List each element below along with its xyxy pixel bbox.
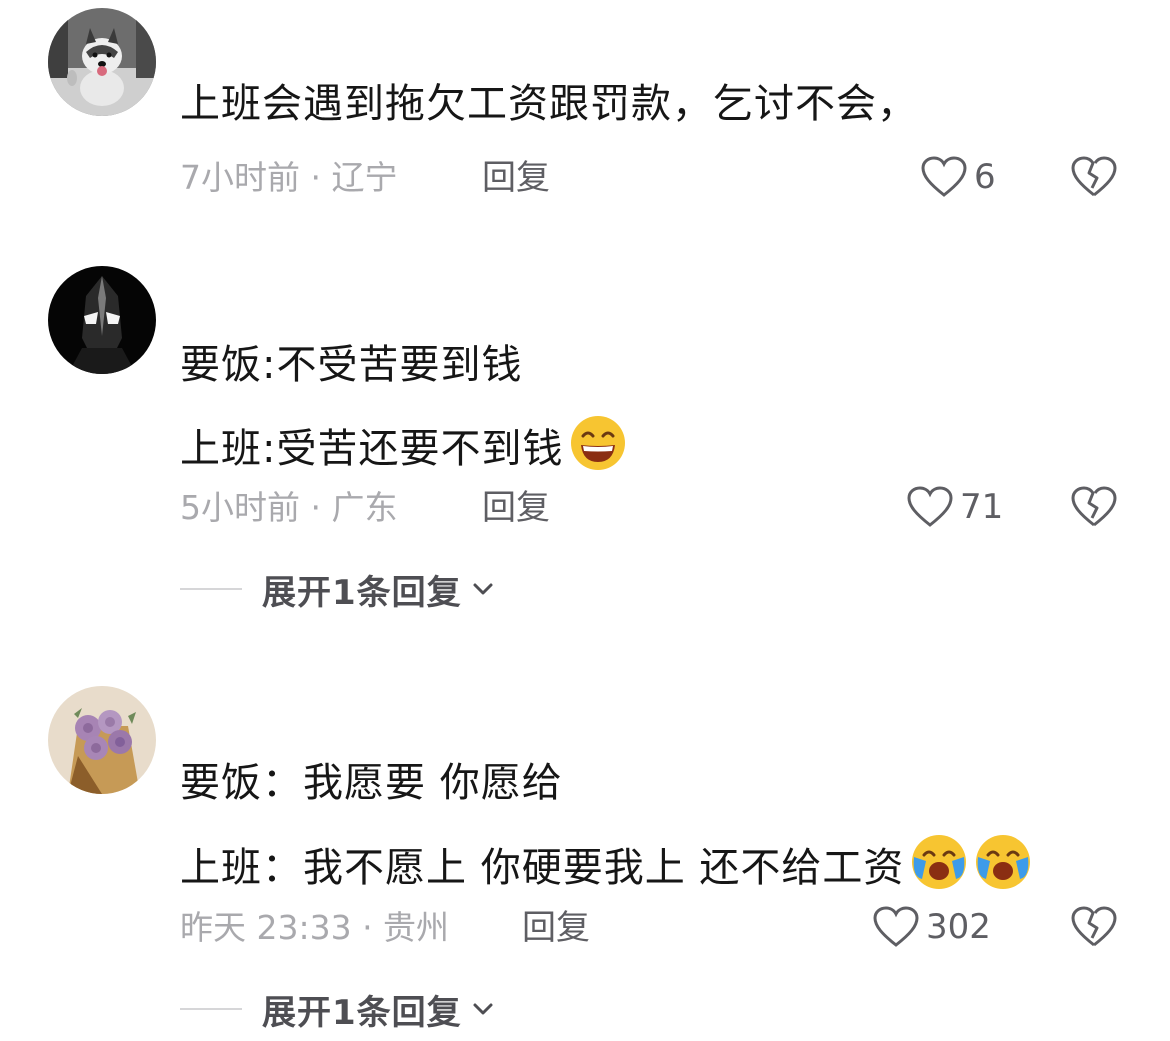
comment-text-line: 要饭:不受苦要到钱: [180, 342, 523, 388]
comment-text: 上班：我不愿上 你硬要我上 还不给工资: [180, 845, 905, 891]
comment-time-location: 7小时前 · 辽宁: [180, 158, 398, 197]
ultraman-avatar-icon: [48, 266, 156, 374]
crying-laughing-emoji-icon: [912, 835, 967, 889]
grin-emoji-icon: [571, 416, 626, 470]
comment-time-location: 昨天 23:33 · 贵州: [180, 908, 450, 947]
comment-text-line: 上班:受苦还要不到钱: [180, 414, 627, 472]
expand-replies-button[interactable]: 展开1条回复: [180, 986, 494, 1033]
broken-heart-icon: [1071, 486, 1117, 527]
expand-replies-label: 展开1条回复: [262, 572, 462, 613]
like-count: 302: [926, 907, 991, 947]
like-button[interactable]: 6: [920, 154, 996, 200]
broken-heart-icon: [1071, 906, 1117, 947]
crying-laughing-emoji-icon: [976, 835, 1031, 889]
like-button[interactable]: 71: [906, 484, 1003, 530]
expand-replies-label: 展开1条回复: [262, 992, 462, 1033]
user-avatar[interactable]: [48, 266, 156, 374]
dislike-button[interactable]: [1070, 904, 1118, 950]
heart-icon: [873, 906, 919, 947]
comment-text-line: 上班：我不愿上 你硬要我上 还不给工资: [180, 833, 1032, 891]
heart-icon: [921, 156, 967, 197]
user-avatar[interactable]: [48, 8, 156, 116]
husky-dog-avatar-icon: [48, 8, 156, 116]
dislike-button[interactable]: [1070, 154, 1118, 200]
like-count: 71: [960, 487, 1004, 527]
broken-heart-icon: [1071, 156, 1117, 197]
divider-line: [180, 588, 242, 590]
comment-text: 上班:受苦还要不到钱: [180, 426, 564, 472]
divider-line: [180, 1008, 242, 1010]
purple-roses-avatar-icon: [48, 686, 156, 794]
comment-time-location: 5小时前 · 广东: [180, 488, 398, 527]
user-avatar[interactable]: [48, 686, 156, 794]
expand-replies-button[interactable]: 展开1条回复: [180, 566, 494, 613]
like-button[interactable]: 302: [872, 904, 991, 950]
chevron-down-icon: [473, 1003, 493, 1015]
comment-text-line: 要饭：我愿要 你愿给: [180, 760, 563, 806]
reply-button[interactable]: 回复: [522, 908, 590, 948]
chevron-down-icon: [473, 583, 493, 595]
reply-button[interactable]: 回复: [482, 158, 550, 198]
comment-text-line: 上班会遇到拖欠工资跟罚款，乞讨不会，: [180, 81, 918, 127]
dislike-button[interactable]: [1070, 484, 1118, 530]
like-count: 6: [974, 157, 996, 197]
reply-button[interactable]: 回复: [482, 488, 550, 528]
heart-icon: [907, 486, 953, 527]
